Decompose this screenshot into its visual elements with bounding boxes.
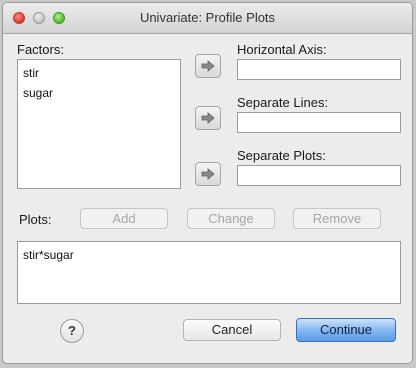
add-plot-button[interactable]: Add bbox=[80, 208, 168, 229]
separate-plots-label: Separate Plots: bbox=[237, 148, 326, 163]
right-arrow-icon bbox=[201, 168, 215, 180]
profile-plots-dialog: Univariate: Profile Plots Factors: stir … bbox=[2, 2, 413, 364]
separate-plots-field[interactable] bbox=[237, 165, 401, 186]
factors-list[interactable]: stir sugar bbox=[17, 59, 181, 189]
move-to-separate-plots-button[interactable] bbox=[195, 162, 221, 186]
move-to-horizontal-axis-button[interactable] bbox=[195, 54, 221, 78]
horizontal-axis-field[interactable] bbox=[237, 59, 401, 80]
help-button[interactable]: ? bbox=[60, 319, 84, 343]
horizontal-axis-label: Horizontal Axis: bbox=[237, 42, 327, 57]
change-plot-button[interactable]: Change bbox=[187, 208, 275, 229]
factor-item-stir[interactable]: stir bbox=[18, 63, 180, 83]
cancel-button[interactable]: Cancel bbox=[183, 319, 281, 341]
continue-button[interactable]: Continue bbox=[296, 318, 396, 342]
plot-item[interactable]: stir*sugar bbox=[18, 245, 400, 265]
factors-label: Factors: bbox=[17, 42, 64, 57]
right-arrow-icon bbox=[201, 112, 215, 124]
window-title: Univariate: Profile Plots bbox=[139, 10, 276, 25]
plots-label: Plots: bbox=[19, 212, 52, 227]
separate-lines-label: Separate Lines: bbox=[237, 95, 329, 110]
title-bar: Univariate: Profile Plots bbox=[3, 3, 412, 34]
right-arrow-icon bbox=[201, 60, 215, 72]
factor-item-sugar[interactable]: sugar bbox=[18, 83, 180, 103]
plots-list[interactable]: stir*sugar bbox=[17, 241, 401, 304]
remove-plot-button[interactable]: Remove bbox=[293, 208, 381, 229]
move-to-separate-lines-button[interactable] bbox=[195, 106, 221, 130]
separate-lines-field[interactable] bbox=[237, 112, 401, 133]
